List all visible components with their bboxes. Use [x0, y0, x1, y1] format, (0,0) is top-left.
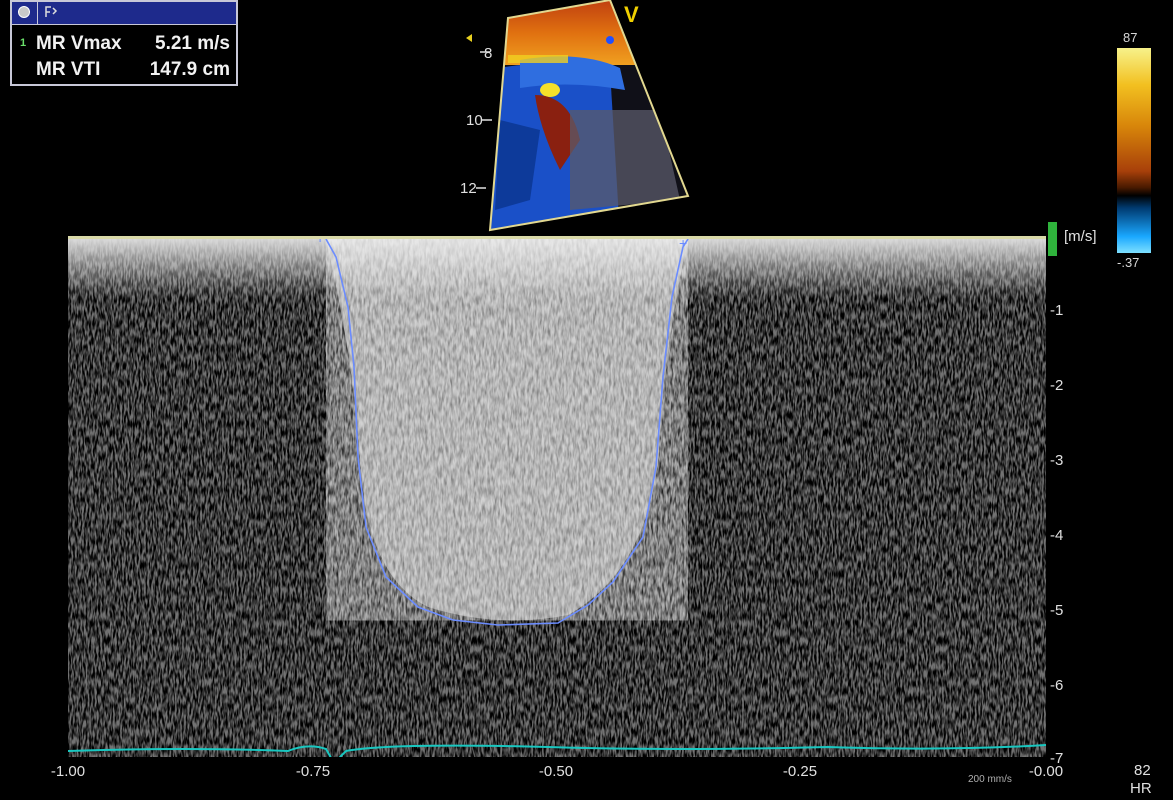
- view-label: V: [624, 2, 639, 27]
- x-tick-label: -1.00: [50, 763, 86, 780]
- y-tick-label: -2: [1050, 377, 1064, 394]
- depth-label: 12: [460, 180, 477, 197]
- velocity-unit-label: [m/s]: [1064, 228, 1097, 245]
- heart-rate-label: HR: [1130, 780, 1152, 797]
- measurement-row-vti: MR VTI 147.9 cm: [12, 56, 236, 82]
- focus-marker-icon: [466, 34, 472, 42]
- measurement-value: 5.21 m/s: [155, 33, 230, 54]
- heart-rate-value: 82: [1134, 762, 1151, 779]
- measurement-name: MR VTI: [36, 59, 101, 80]
- svg-text:+: +: [679, 237, 687, 251]
- measurement-header: [12, 2, 236, 25]
- header-divider: [37, 2, 38, 24]
- spectral-doppler-display: + +: [68, 237, 1046, 757]
- measurement-box: 1 MR Vmax 5.21 m/s MR VTI 147.9 cm: [10, 0, 238, 86]
- measurement-value: 147.9 cm: [149, 59, 230, 80]
- color-scale-min: -.37: [1117, 255, 1140, 270]
- x-tick-label: -0.75: [295, 763, 331, 780]
- color-doppler-sector: 8 10 12: [460, 0, 690, 232]
- depth-label: 10: [466, 112, 483, 129]
- x-tick-label: -0.00: [1028, 763, 1064, 780]
- x-tick-label: -0.50: [538, 763, 574, 780]
- measurement-name: MR Vmax: [36, 33, 122, 54]
- color-scale-max: 87: [1123, 30, 1138, 45]
- sweep-speed-label: 200 mm/s: [968, 774, 1012, 785]
- y-tick-label: -4: [1050, 527, 1064, 544]
- measurement-row-vmax: 1 MR Vmax 5.21 m/s: [12, 30, 236, 56]
- x-tick-label: -0.25: [782, 763, 818, 780]
- y-tick-label: -5: [1050, 602, 1064, 619]
- y-tick-label: -1: [1050, 302, 1064, 319]
- measure-tool-icon: [45, 6, 58, 17]
- color-scale-bar: [1117, 48, 1151, 253]
- y-tick-label: -3: [1050, 452, 1064, 469]
- record-dot-icon: [18, 6, 30, 18]
- depth-label: 8: [484, 45, 492, 62]
- y-tick-label: -6: [1050, 677, 1064, 694]
- spectral-baseline: [68, 236, 1046, 239]
- measurement-index: 1: [20, 37, 27, 49]
- scale-marker: [1048, 222, 1057, 256]
